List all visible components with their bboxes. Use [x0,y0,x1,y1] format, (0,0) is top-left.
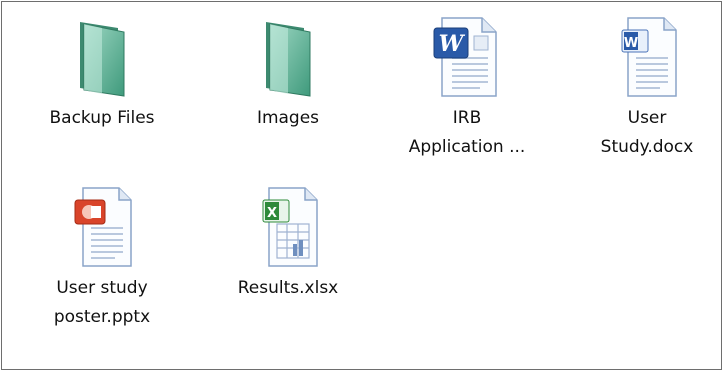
file-item-user-study-poster[interactable]: User study poster.pptx [32,180,172,332]
svg-text:W: W [439,31,466,57]
file-item-irb-application[interactable]: W IRB Application ... [397,2,537,162]
file-item-label: Backup Files [49,108,155,128]
file-item-label: Results.xlsx [237,278,339,298]
excel-document-icon: X [218,180,358,268]
file-item-label: User Study.docx [600,108,694,157]
file-item-label: IRB Application ... [408,108,526,157]
file-item-label: User study poster.pptx [53,278,151,327]
file-item-results-xlsx[interactable]: X Results.xlsx [218,180,358,303]
word-document-icon: W [397,2,537,98]
word-document-icon: W [577,2,717,98]
file-item-label: Images [256,108,320,128]
folder-icon [32,2,172,98]
folder-icon [218,2,358,98]
file-item-user-study-docx[interactable]: W User Study.docx [577,2,717,162]
svg-text:W: W [624,36,638,51]
icon-grid: Backup Files Images W IRB Application ..… [2,2,721,369]
file-view-pane: Backup Files Images W IRB Application ..… [1,1,722,370]
powerpoint-document-icon [32,180,172,268]
file-item-images[interactable]: Images [218,2,358,133]
file-item-backup-files[interactable]: Backup Files [32,2,172,133]
svg-text:X: X [267,206,277,221]
